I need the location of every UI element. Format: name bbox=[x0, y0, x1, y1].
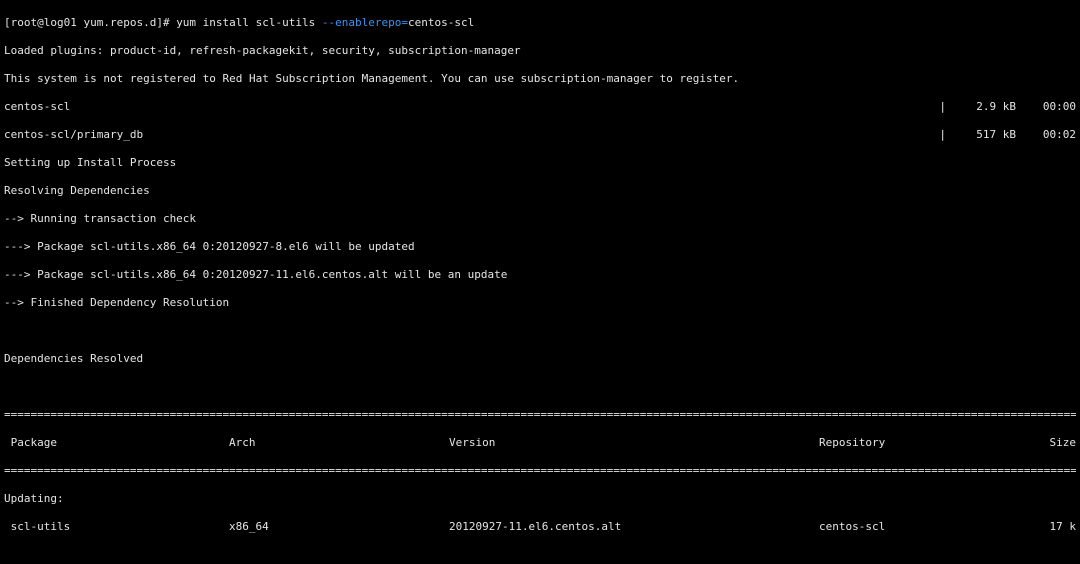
repo-time: 00:02 bbox=[1016, 128, 1076, 142]
line bbox=[4, 380, 1076, 394]
line bbox=[4, 324, 1076, 338]
repo-size: 517 kB bbox=[952, 128, 1016, 142]
line: Setting up Install Process bbox=[4, 156, 1076, 170]
col-arch: Arch bbox=[229, 436, 449, 450]
line: Resolving Dependencies bbox=[4, 184, 1076, 198]
prompt: [root@log01 yum.repos.d]# bbox=[4, 16, 176, 29]
line: [root@log01 yum.repos.d]# yum install sc… bbox=[4, 16, 1076, 30]
repo-line: centos-scl|2.9 kB00:00 bbox=[4, 100, 1076, 114]
cell-arch: x86_64 bbox=[229, 520, 449, 534]
line: Dependencies Resolved bbox=[4, 352, 1076, 366]
command-arg: centos-scl bbox=[408, 16, 474, 29]
cell-version: 20120927-11.el6.centos.alt bbox=[449, 520, 819, 534]
line: This system is not registered to Red Hat… bbox=[4, 72, 1076, 86]
col-version: Version bbox=[449, 436, 819, 450]
col-repo: Repository bbox=[819, 436, 1016, 450]
repo-line: centos-scl/primary_db|517 kB00:02 bbox=[4, 128, 1076, 142]
repo-size: 2.9 kB bbox=[952, 100, 1016, 114]
col-package: Package bbox=[4, 436, 229, 450]
col-size: Size bbox=[1016, 436, 1076, 450]
line: --> Running transaction check bbox=[4, 212, 1076, 226]
command-option: --enablerepo= bbox=[322, 16, 408, 29]
pipe-icon: | bbox=[933, 128, 952, 142]
cell-size: 17 k bbox=[1016, 520, 1076, 534]
section-updating: Updating: bbox=[4, 492, 1076, 506]
command-text: yum install scl-utils bbox=[176, 16, 322, 29]
table-row: scl-utilsx86_6420120927-11.el6.centos.al… bbox=[4, 520, 1076, 534]
line bbox=[4, 548, 1076, 562]
table-header: PackageArchVersionRepositorySize bbox=[4, 436, 1076, 450]
cell-repo: centos-scl bbox=[819, 520, 1016, 534]
line: --> Finished Dependency Resolution bbox=[4, 296, 1076, 310]
divider: ========================================… bbox=[4, 464, 1076, 478]
repo-name: centos-scl/primary_db bbox=[4, 128, 933, 142]
repo-time: 00:00 bbox=[1016, 100, 1076, 114]
terminal[interactable]: [root@log01 yum.repos.d]# yum install sc… bbox=[0, 0, 1080, 564]
line: Loaded plugins: product-id, refresh-pack… bbox=[4, 44, 1076, 58]
repo-name: centos-scl bbox=[4, 100, 933, 114]
pipe-icon: | bbox=[933, 100, 952, 114]
cell-package: scl-utils bbox=[4, 520, 229, 534]
line: ---> Package scl-utils.x86_64 0:20120927… bbox=[4, 268, 1076, 282]
line: ---> Package scl-utils.x86_64 0:20120927… bbox=[4, 240, 1076, 254]
divider: ========================================… bbox=[4, 408, 1076, 422]
